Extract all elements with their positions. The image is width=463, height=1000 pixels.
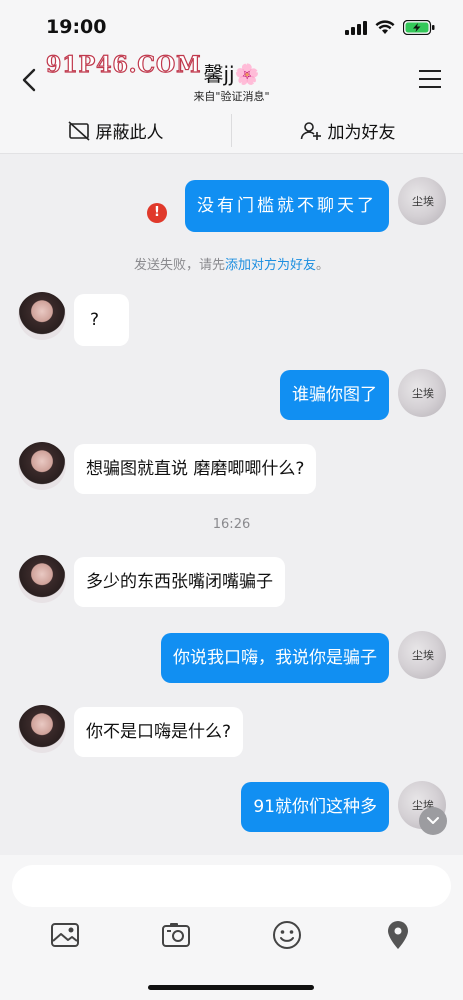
emoji-button[interactable] xyxy=(269,917,305,953)
location-button[interactable] xyxy=(380,917,416,953)
self-avatar-text: 尘埃 xyxy=(412,195,434,208)
add-friend-label: 加为好友 xyxy=(327,123,396,143)
self-avatar-text: 尘埃 xyxy=(412,649,434,662)
message-bubble-outgoing[interactable]: 谁骗你图了 xyxy=(280,370,389,420)
emoji-icon xyxy=(272,921,301,949)
add-friend-link[interactable]: 添加对方为好友 xyxy=(225,258,316,273)
message-bubble-outgoing[interactable]: 没有门槛就不聊天了 xyxy=(185,180,389,232)
message-list[interactable]: ! 没有门槛就不聊天了 尘埃 发送失败，请先添加对方为好友。 ? 谁骗你图了 尘… xyxy=(0,155,463,855)
contact-avatar[interactable] xyxy=(18,705,66,753)
composer-toolbar xyxy=(0,917,463,953)
self-avatar[interactable]: 尘埃 xyxy=(398,369,446,417)
status-icons xyxy=(345,20,435,35)
send-failed-icon[interactable]: ! xyxy=(147,203,167,223)
message-bubble-incoming[interactable]: 想骗图就直说 磨磨唧唧什么? xyxy=(74,444,317,494)
camera-button[interactable] xyxy=(158,917,194,953)
contact-avatar[interactable] xyxy=(18,442,66,490)
add-user-icon xyxy=(300,121,321,140)
wifi-icon xyxy=(375,20,395,34)
chat-title: 馨jj🌸 xyxy=(203,62,260,86)
scroll-down-button[interactable] xyxy=(419,807,447,835)
block-user-button[interactable]: 屏蔽此人 xyxy=(0,108,231,153)
add-friend-button[interactable]: 加为好友 xyxy=(232,108,463,153)
image-icon xyxy=(51,923,80,947)
message-input[interactable] xyxy=(12,865,451,907)
message-bubble-outgoing[interactable]: 你说我口嗨，我说你是骗子 xyxy=(161,633,389,683)
self-avatar[interactable]: 尘埃 xyxy=(398,631,446,679)
battery-charging-icon xyxy=(403,20,435,35)
notice-text: 发送失败，请先 xyxy=(133,258,225,273)
action-bar: 屏蔽此人 加为好友 xyxy=(0,108,463,154)
notice-suffix: 。 xyxy=(316,258,330,273)
home-indicator xyxy=(148,985,314,990)
hamburger-menu-icon[interactable] xyxy=(419,70,441,88)
signal-icon xyxy=(345,20,367,35)
block-user-label: 屏蔽此人 xyxy=(95,123,164,143)
message-bubble-outgoing[interactable]: 91就你们这种多 xyxy=(241,782,389,832)
location-pin-icon xyxy=(387,921,408,949)
message-bubble-incoming[interactable]: 你不是口嗨是什么? xyxy=(74,707,244,757)
message-timestamp: 16:26 xyxy=(212,517,251,532)
status-time: 19:00 xyxy=(46,16,107,38)
image-button[interactable] xyxy=(47,917,83,953)
contact-avatar[interactable] xyxy=(18,555,66,603)
chat-subtitle: 来自"验证消息" xyxy=(193,90,270,103)
self-avatar-text: 尘埃 xyxy=(412,387,434,400)
send-failed-notice: 发送失败，请先添加对方为好友。 xyxy=(0,254,463,273)
self-avatar[interactable]: 尘埃 xyxy=(398,177,446,225)
status-bar: 19:00 xyxy=(0,0,463,52)
composer xyxy=(0,855,463,1000)
chat-header: 91P46.COM 馨jj🌸 来自"验证消息" xyxy=(0,51,463,108)
camera-icon xyxy=(162,923,191,947)
chevron-down-icon xyxy=(427,817,439,824)
contact-avatar[interactable] xyxy=(18,292,66,340)
block-icon xyxy=(67,120,90,141)
message-bubble-incoming[interactable]: 多少的东西张嘴闭嘴骗子 xyxy=(74,557,285,607)
message-bubble-incoming[interactable]: ? xyxy=(74,294,129,346)
